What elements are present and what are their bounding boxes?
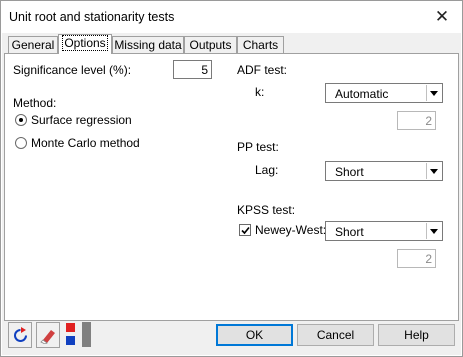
method-label: Method: (13, 96, 57, 110)
tab-missing-data[interactable]: Missing data (112, 36, 184, 54)
surface-regression-radio[interactable] (15, 114, 27, 126)
significance-input[interactable]: 5 (173, 60, 212, 79)
kpss-number-input[interactable]: 2 (397, 249, 436, 268)
adf-header: ADF test: (237, 63, 288, 77)
tab-outputs-label: Outputs (189, 38, 232, 52)
chevron-down-icon (426, 223, 441, 239)
adf-k-label: k: (255, 85, 265, 99)
reset-button[interactable] (8, 322, 32, 348)
window-title: Unit root and stationarity tests (9, 10, 175, 24)
newey-west-label[interactable]: Newey-West: (255, 223, 326, 237)
tab-options[interactable]: Options (58, 34, 112, 54)
tab-charts-label: Charts (242, 38, 279, 52)
adf-k-number-input[interactable]: 2 (397, 111, 436, 130)
blue-square (66, 336, 75, 345)
close-button[interactable]: ✕ (432, 7, 452, 27)
options-panel: Significance level (%): 5 Method: Surfac… (4, 53, 459, 321)
pp-lag-value: Short (335, 165, 364, 179)
tab-missing-data-label: Missing data (114, 38, 182, 52)
help-button[interactable]: Help (378, 324, 455, 346)
monte-carlo-radio[interactable] (15, 137, 27, 149)
newey-west-checkbox[interactable] (239, 224, 251, 236)
eraser-button[interactable] (36, 322, 60, 348)
surface-regression-label[interactable]: Surface regression (31, 113, 132, 127)
pp-lag-select[interactable]: Short (325, 161, 443, 181)
eraser-icon (40, 330, 55, 344)
monte-carlo-label[interactable]: Monte Carlo method (31, 136, 140, 150)
chevron-down-icon (426, 85, 441, 101)
kpss-header: KPSS test: (237, 203, 296, 217)
color-layout-icon[interactable] (66, 322, 96, 348)
tab-outputs[interactable]: Outputs (184, 36, 237, 54)
dialog-window: Unit root and stationarity tests ✕ Gener… (0, 0, 463, 357)
tab-options-label: Options (62, 35, 108, 51)
radio-selected-dot (19, 118, 23, 122)
dialog-client: General Options Missing data Outputs Cha… (2, 33, 461, 355)
title-bar: Unit root and stationarity tests ✕ (1, 1, 462, 33)
tab-general-label: General (11, 38, 55, 52)
red-square (66, 323, 75, 332)
kpss-newey-value: Short (335, 225, 364, 239)
kpss-newey-select[interactable]: Short (325, 221, 443, 241)
tab-charts[interactable]: Charts (237, 36, 284, 54)
adf-k-select[interactable]: Automatic (325, 83, 443, 103)
significance-label: Significance level (%): (13, 63, 132, 77)
adf-k-value: Automatic (335, 87, 389, 101)
ok-button[interactable]: OK (216, 324, 293, 346)
pp-header: PP test: (237, 140, 279, 154)
tab-general[interactable]: General (8, 36, 58, 54)
gray-bar (82, 322, 91, 347)
pp-lag-label: Lag: (255, 163, 279, 177)
checkmark-icon (241, 226, 250, 235)
reset-icon (14, 327, 27, 342)
chevron-down-icon (426, 163, 441, 179)
cancel-button[interactable]: Cancel (297, 324, 374, 346)
